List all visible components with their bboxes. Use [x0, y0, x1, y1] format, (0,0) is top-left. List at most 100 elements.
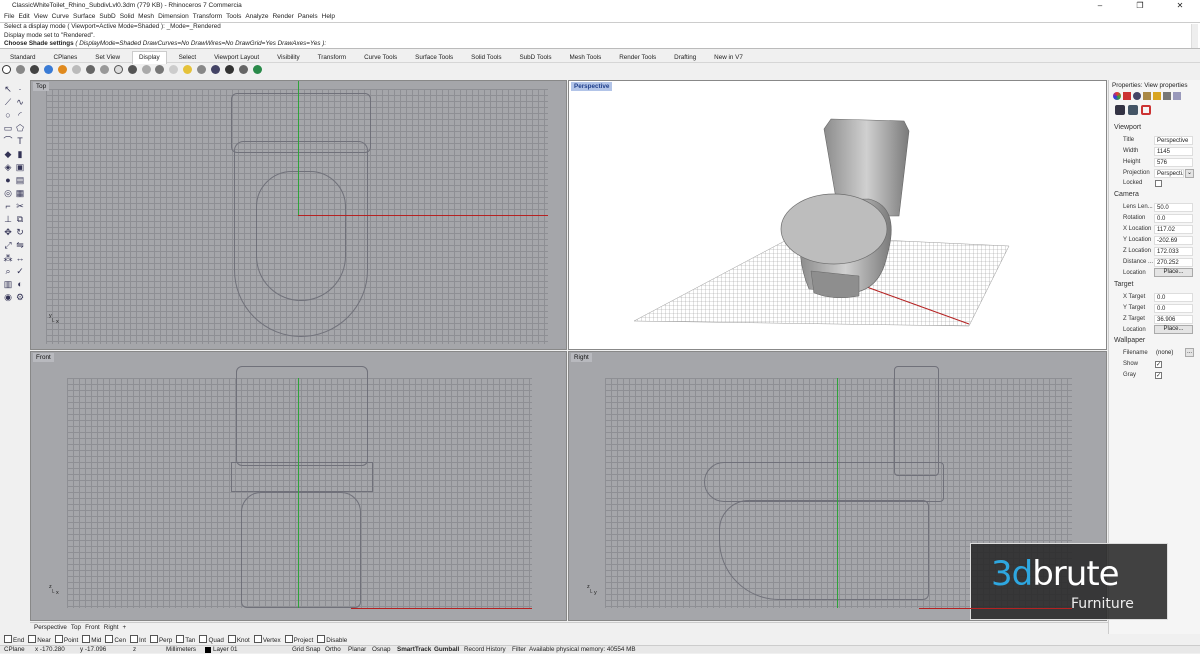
show-checkbox[interactable]: ✓ — [1155, 361, 1162, 368]
tab-standard[interactable]: Standard — [4, 52, 42, 64]
chevron-down-icon[interactable]: ⌄ — [1185, 169, 1194, 178]
menu-file[interactable]: File — [4, 12, 14, 22]
raytraced-icon[interactable] — [127, 65, 137, 74]
viewport-title-perspective[interactable]: Perspective — [571, 82, 613, 91]
tab-viewport-layout[interactable]: Viewport Layout — [208, 52, 265, 64]
projection-select[interactable]: Perspecti... — [1154, 169, 1184, 178]
title-field[interactable]: Perspective — [1154, 136, 1193, 145]
menu-mesh[interactable]: Mesh — [138, 12, 154, 22]
tab-mesh-tools[interactable]: Mesh Tools — [564, 52, 608, 64]
move-icon[interactable]: ✥ — [3, 227, 13, 237]
maximize-button[interactable]: ❐ — [1120, 0, 1160, 12]
wireframe-icon[interactable] — [2, 65, 11, 74]
tab-transform[interactable]: Transform — [312, 52, 352, 64]
viewport-title-top[interactable]: Top — [33, 82, 50, 91]
vtab-perspective[interactable]: Perspective — [34, 623, 67, 633]
prompt-options[interactable]: ( DisplayMode=Shaded DrawCurves=No DrawW… — [75, 40, 326, 47]
gear-icon[interactable] — [1128, 105, 1138, 115]
sphere-icon[interactable] — [169, 65, 179, 74]
loft-icon[interactable]: ◈ — [3, 162, 13, 172]
layer-icon[interactable] — [1173, 92, 1181, 100]
menu-subd[interactable]: SubD — [99, 12, 115, 22]
polygon-icon[interactable]: ⬠ — [15, 123, 25, 133]
camera-icon[interactable] — [211, 65, 221, 74]
menu-transform[interactable]: Transform — [193, 12, 222, 22]
tab-drafting[interactable]: Drafting — [668, 52, 702, 64]
osnap-disable[interactable]: Disable — [317, 635, 347, 646]
viewport-icon[interactable] — [1141, 105, 1151, 115]
tab-select[interactable]: Select — [173, 52, 203, 64]
rendered-icon[interactable] — [29, 65, 39, 74]
command-scrollbar[interactable] — [1191, 24, 1198, 48]
viewport-top[interactable]: Top y └ x — [30, 80, 567, 350]
box-icon[interactable]: ▣ — [15, 162, 25, 172]
menu-render[interactable]: Render — [272, 12, 293, 22]
gray-checkbox[interactable]: ✓ — [1155, 372, 1162, 379]
render-preview-icon[interactable] — [253, 65, 263, 74]
folder-icon[interactable] — [1153, 92, 1161, 100]
osnap-project[interactable]: Project — [285, 635, 314, 646]
osnap-near[interactable]: Near — [28, 635, 51, 646]
decal-icon[interactable] — [1143, 92, 1151, 100]
menu-panels[interactable]: Panels — [298, 12, 318, 22]
menu-help[interactable]: Help — [322, 12, 335, 22]
menu-analyze[interactable]: Analyze — [245, 12, 268, 22]
trim-icon[interactable]: ✂ — [15, 201, 25, 211]
osnap-end[interactable]: End — [4, 635, 24, 646]
layer-icon[interactable]: ▥ — [3, 279, 13, 289]
rotation-field[interactable]: 0.0 — [1154, 214, 1193, 223]
extrude-icon[interactable]: ▮ — [15, 149, 25, 159]
osnap-mid[interactable]: Mid — [82, 635, 101, 646]
menu-view[interactable]: View — [34, 12, 48, 22]
x-location-field[interactable]: 117.02 — [1154, 225, 1193, 234]
display-options-icon[interactable] — [155, 65, 165, 74]
surface-icon[interactable]: ◆ — [3, 149, 13, 159]
vtab-top[interactable]: Top — [71, 623, 81, 633]
technical-icon[interactable] — [71, 65, 81, 74]
fillet-icon[interactable]: ⌐ — [3, 201, 13, 211]
scale-icon[interactable]: ⤢ — [3, 240, 13, 250]
text-icon[interactable]: T — [15, 136, 25, 146]
y-target-field[interactable]: 0.0 — [1154, 304, 1193, 313]
height-field[interactable]: 576 — [1154, 158, 1193, 167]
width-field[interactable]: 1145 — [1154, 147, 1193, 156]
browse-button[interactable]: ... — [1185, 348, 1194, 357]
viewport-front[interactable]: Front z └ x — [30, 351, 567, 621]
locked-checkbox[interactable] — [1155, 180, 1162, 187]
add-viewport-tab-button[interactable]: + — [122, 623, 126, 633]
tab-display[interactable]: Display — [131, 51, 167, 64]
menu-surface[interactable]: Surface — [73, 12, 95, 22]
ghosted-icon[interactable] — [43, 65, 53, 74]
select-arrow-icon[interactable]: ↖ — [3, 84, 13, 94]
close-button[interactable]: ✕ — [1160, 0, 1200, 12]
mesh-icon[interactable]: ▦ — [15, 188, 25, 198]
vtab-right[interactable]: Right — [104, 623, 119, 633]
material-icon[interactable] — [1123, 92, 1131, 100]
y-location-field[interactable]: -202.69 — [1154, 236, 1193, 245]
vtab-front[interactable]: Front — [85, 623, 100, 633]
osnap-perp[interactable]: Perp — [150, 635, 172, 646]
circle-icon[interactable]: ○ — [3, 110, 13, 120]
camera-icon[interactable] — [1115, 105, 1125, 115]
x-target-field[interactable]: 0.0 — [1154, 293, 1193, 302]
viewport-title-right[interactable]: Right — [571, 353, 592, 362]
polyline-icon[interactable]: ⟋ — [3, 97, 13, 107]
monitor-icon[interactable] — [239, 65, 249, 74]
curve-icon[interactable]: ∿ — [15, 97, 25, 107]
freeform-icon[interactable]: ⌒ — [3, 136, 13, 146]
tab-new-in-v7[interactable]: New in V7 — [708, 52, 749, 64]
arc-icon[interactable]: ◜ — [15, 110, 25, 120]
osnap-vertex[interactable]: Vertex — [254, 635, 281, 646]
render-tool-icon[interactable]: ◐ — [15, 279, 25, 289]
tab-surface-tools[interactable]: Surface Tools — [409, 52, 459, 64]
camera-place-button[interactable]: Place... — [1154, 268, 1193, 277]
minimize-button[interactable]: – — [1080, 0, 1120, 12]
point-icon[interactable]: · — [15, 84, 25, 94]
color-wheel-icon[interactable] — [1113, 92, 1121, 100]
osnap-knot[interactable]: Knot — [228, 635, 250, 646]
osnap-int[interactable]: Int — [130, 635, 146, 646]
material-icon[interactable]: ◉ — [3, 292, 13, 302]
cylinder-icon[interactable]: ▤ — [15, 175, 25, 185]
menu-curve[interactable]: Curve — [52, 12, 69, 22]
osnap-cen[interactable]: Cen — [105, 635, 126, 646]
